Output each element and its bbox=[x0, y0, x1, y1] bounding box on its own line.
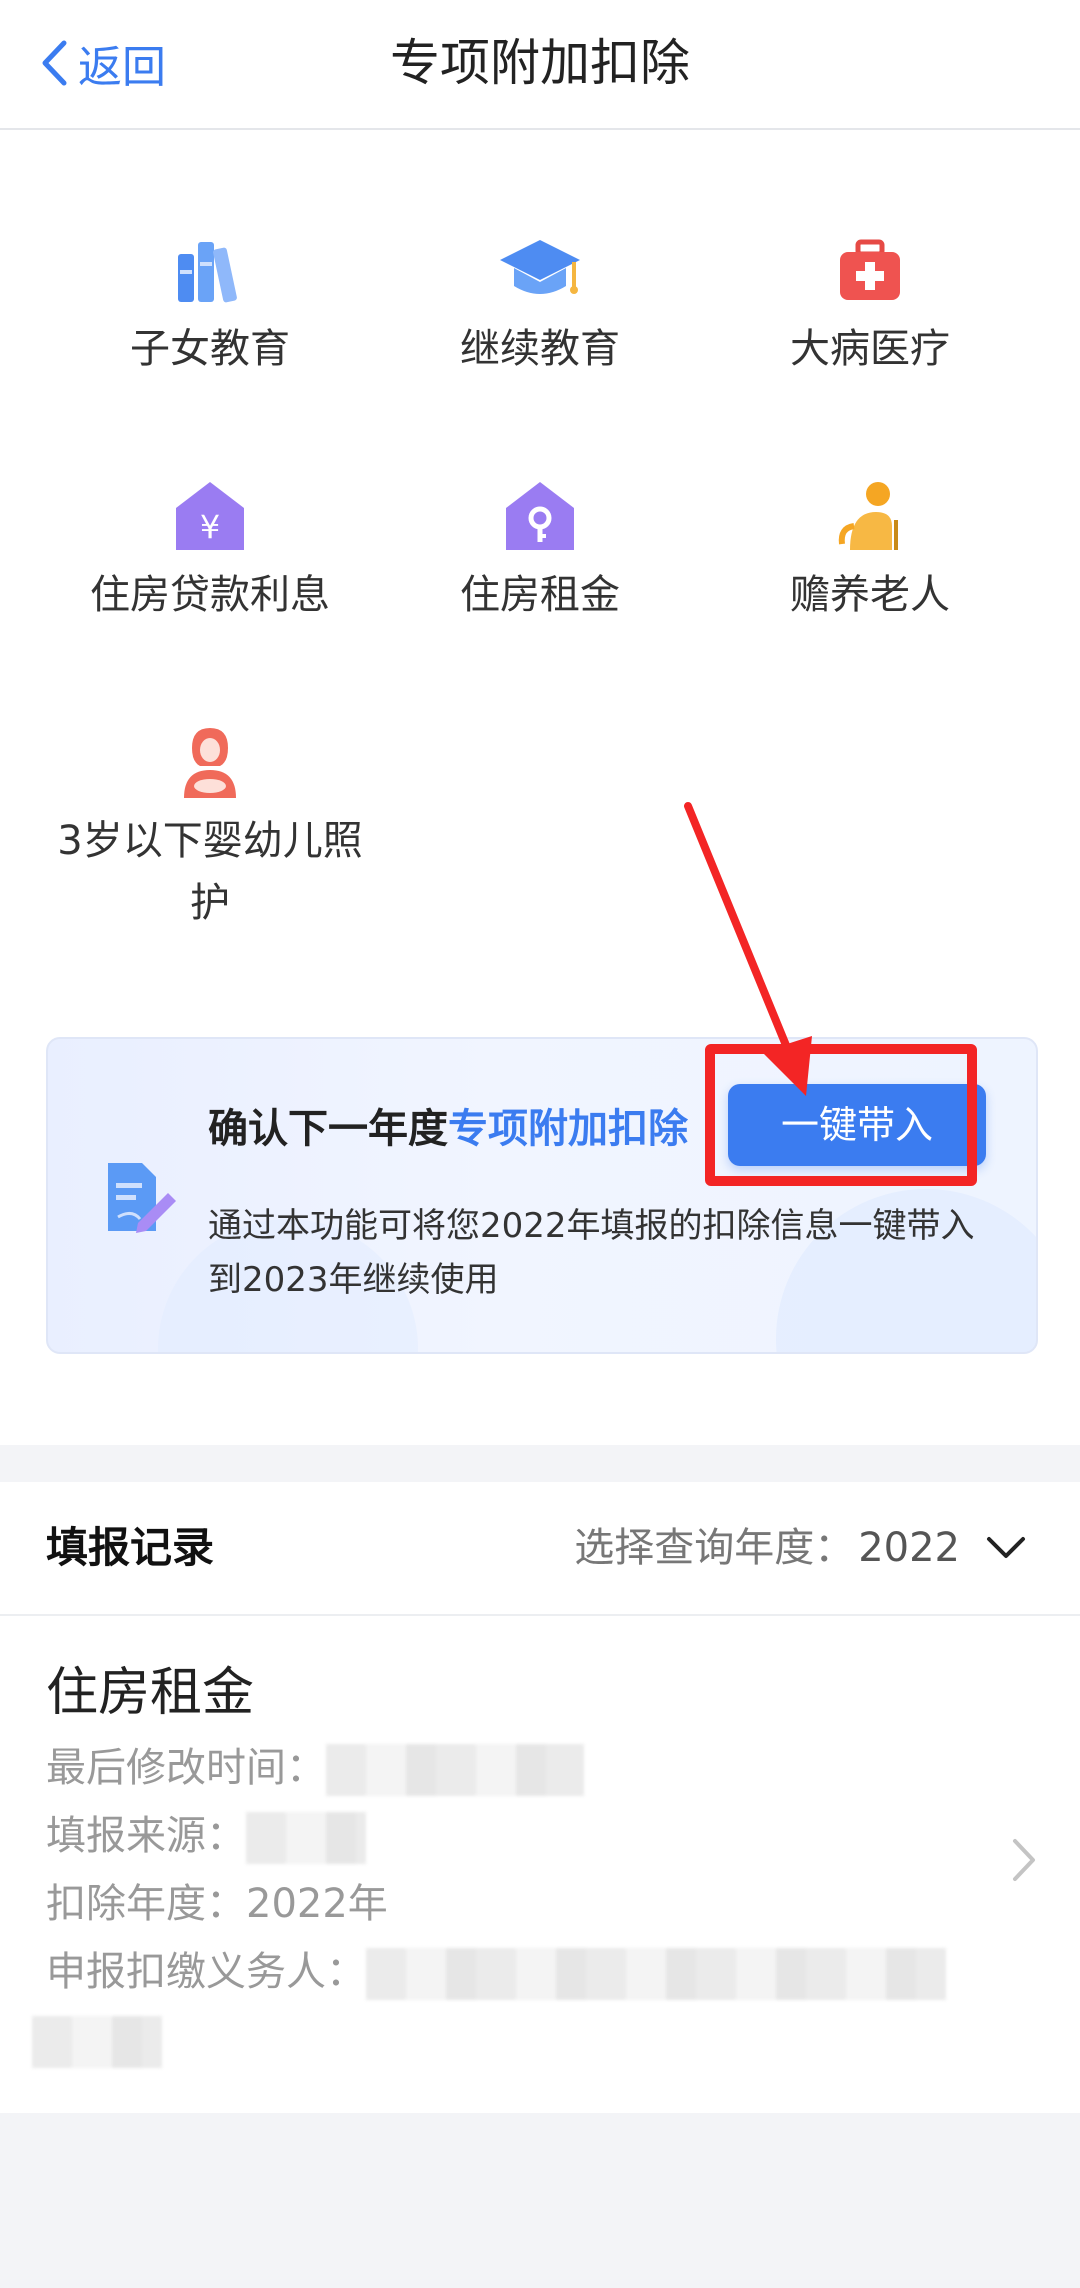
category-label: 住房贷款利息 bbox=[90, 572, 330, 618]
page-title: 专项附加扣除 bbox=[390, 34, 690, 92]
records-header: 填报记录 选择查询年度： 2022 bbox=[0, 1482, 1080, 1616]
category-grid: 子女教育 继续教育 大病医疗 ¥ 住房贷款利息 住房租金 赡养老人 3岁以下婴幼… bbox=[0, 130, 1080, 1445]
house-yuan-icon: ¥ bbox=[176, 482, 244, 550]
redacted-value bbox=[32, 2016, 162, 2068]
record-item[interactable]: 住房租金 最后修改时间： 填报来源： 扣除年度：2022年 申报扣缴义务人： bbox=[0, 1616, 1080, 2113]
chevron-down-icon bbox=[987, 1537, 1025, 1558]
category-continuing-education[interactable]: 继续教育 bbox=[375, 230, 705, 380]
svg-text:¥: ¥ bbox=[200, 508, 220, 546]
document-edit-icon bbox=[108, 1163, 176, 1233]
year-selector[interactable]: 选择查询年度： 2022 bbox=[574, 1518, 1026, 1578]
redacted-value bbox=[246, 1812, 366, 1864]
redacted-value bbox=[326, 1744, 584, 1796]
record-deduction-year-label: 扣除年度： bbox=[46, 1881, 246, 1927]
record-deduction-year: 扣除年度：2022年 bbox=[46, 1874, 388, 1934]
annotation-highlight-box bbox=[705, 1044, 977, 1186]
category-label: 大病医疗 bbox=[790, 326, 950, 372]
banner-heading: 确认下一年度专项附加扣除 bbox=[208, 1101, 688, 1157]
category-housing-rent[interactable]: 住房租金 bbox=[375, 476, 705, 626]
section-divider bbox=[0, 1445, 1080, 1482]
record-title: 住房租金 bbox=[46, 1663, 255, 1723]
record-withholder-label: 申报扣缴义务人： bbox=[46, 1949, 366, 1995]
category-label: 3岁以下婴幼儿照护 bbox=[57, 818, 363, 926]
graduation-cap-icon bbox=[500, 240, 580, 294]
mother-baby-icon bbox=[184, 728, 236, 798]
nav-bar: 返回 专项附加扣除 bbox=[0, 0, 1080, 130]
record-source: 填报来源： bbox=[46, 1806, 366, 1866]
record-deduction-year-value: 2022年 bbox=[246, 1881, 388, 1927]
record-source-label: 填报来源： bbox=[46, 1813, 246, 1859]
house-key-icon bbox=[506, 482, 574, 550]
category-housing-loan-interest[interactable]: ¥ 住房贷款利息 bbox=[45, 476, 375, 626]
elderly-person-icon bbox=[838, 482, 898, 550]
category-label: 赡养老人 bbox=[790, 572, 950, 618]
record-withholder-overflow bbox=[32, 2010, 162, 2070]
year-selector-value: 2022 bbox=[858, 1525, 960, 1571]
banner-heading-highlight: 专项附加扣除 bbox=[448, 1106, 688, 1152]
record-modified-time: 最后修改时间： bbox=[46, 1738, 584, 1798]
record-withholder: 申报扣缴义务人： bbox=[46, 1942, 946, 2002]
category-children-education[interactable]: 子女教育 bbox=[45, 230, 375, 380]
category-label: 住房租金 bbox=[460, 572, 620, 618]
banner-description: 通过本功能可将您2022年填报的扣除信息一键带入到2023年继续使用 bbox=[208, 1206, 975, 1300]
category-label: 继续教育 bbox=[460, 326, 620, 372]
chevron-right-icon bbox=[1013, 1839, 1035, 1881]
year-selector-label: 选择查询年度： bbox=[574, 1525, 855, 1571]
books-icon bbox=[178, 242, 237, 303]
record-modified-label: 最后修改时间： bbox=[46, 1745, 326, 1791]
first-aid-kit-icon bbox=[840, 239, 900, 300]
category-serious-illness[interactable]: 大病医疗 bbox=[705, 230, 1035, 380]
category-label: 子女教育 bbox=[130, 326, 290, 372]
category-infant-care[interactable]: 3岁以下婴幼儿照护 bbox=[45, 722, 375, 934]
redacted-value bbox=[366, 1948, 946, 2000]
records-heading: 填报记录 bbox=[46, 1523, 215, 1572]
category-elderly-support[interactable]: 赡养老人 bbox=[705, 476, 1035, 626]
banner-heading-prefix: 确认下一年度 bbox=[208, 1106, 448, 1152]
